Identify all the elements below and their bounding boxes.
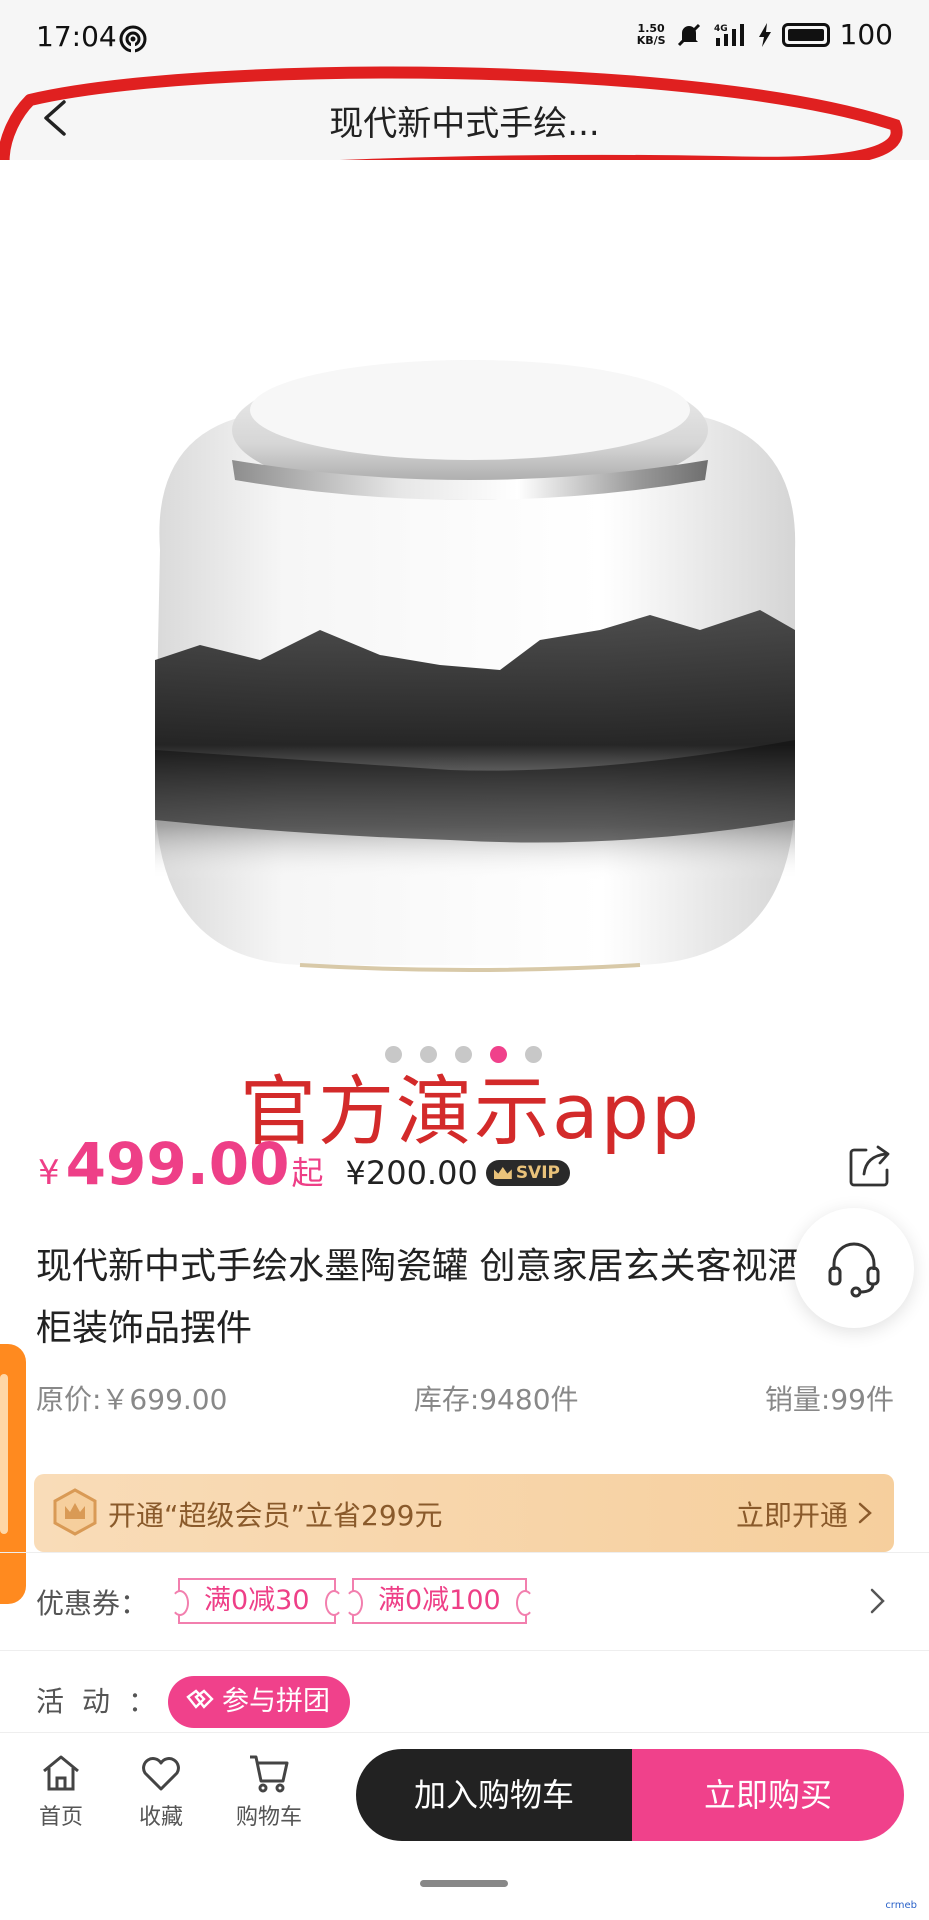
signal-4g-icon: 4G — [714, 23, 744, 46]
mute-icon — [677, 23, 700, 46]
tab-cart-label: 购物车 — [235, 1805, 302, 1830]
battery-level: 100 — [839, 18, 893, 51]
member-promo-text: 开通“超级会员”立省299元 — [108, 1499, 443, 1532]
stock-count: 库存:9480件 — [413, 1383, 579, 1416]
charging-icon — [758, 22, 771, 47]
chevron-right-icon[interactable] — [866, 1586, 888, 1616]
customer-service-button[interactable] — [794, 1208, 914, 1328]
corner-logo: crmeb — [885, 1900, 917, 1911]
coupon-label: 优惠券： — [36, 1587, 149, 1620]
product-image[interactable] — [0, 160, 929, 1100]
status-right: 1.50 KB/S 4G 100 — [637, 18, 893, 51]
product-title: 现代新中式手绘水墨陶瓷罐 创意家居玄关客视酒柜装饰品摆件 — [36, 1246, 804, 1349]
net-speed: 1.50 KB/S — [636, 21, 666, 47]
ceramic-jar-image — [155, 360, 796, 972]
product-info-row: 原价:￥699.00 库存:9480件 销量:99件 — [36, 1378, 894, 1418]
share-icon[interactable] — [846, 1142, 894, 1190]
super-member-banner[interactable]: 开通“超级会员”立省299元 立即开通 — [34, 1474, 894, 1552]
status-time: 17:04 — [36, 20, 117, 53]
tab-cart[interactable]: 购物车 — [224, 1751, 314, 1831]
group-buy-label: 参与拼团 — [222, 1686, 330, 1717]
crown-shield-icon — [53, 1488, 97, 1536]
tab-home-label: 首页 — [38, 1805, 83, 1830]
price-row: ¥ 499.00 起 ¥200.00 SVIP — [38, 1130, 570, 1200]
headset-icon — [828, 1242, 880, 1298]
tab-home[interactable]: 首页 — [16, 1751, 106, 1831]
crown-icon — [493, 1167, 512, 1179]
side-floating-tab[interactable] — [0, 1344, 26, 1604]
original-price: 原价:￥699.00 — [36, 1383, 228, 1416]
product-detail-page: 17:04 1.50 KB/S 4G 100 现代新中式手绘... 官方演示ap… — [0, 0, 929, 1920]
member-open-link[interactable]: 立即开通 — [736, 1494, 848, 1534]
price-value: 499.00 — [65, 1130, 290, 1198]
battery-icon — [781, 22, 830, 47]
status-bar: 17:04 1.50 KB/S 4G 100 — [0, 0, 929, 78]
price-suffix: 起 — [291, 1154, 324, 1192]
home-indicator[interactable] — [420, 1880, 508, 1887]
group-buy-pill[interactable]: 参与拼团 — [168, 1676, 350, 1728]
cart-icon — [250, 1755, 289, 1793]
heart-icon — [142, 1757, 180, 1791]
tab-favorite[interactable]: 收藏 — [116, 1751, 206, 1831]
page-title: 现代新中式手绘... — [329, 104, 600, 144]
add-to-cart-button[interactable]: 加入购物车 — [356, 1749, 632, 1841]
activity-label: 活动： — [36, 1685, 175, 1718]
tab-favorite-label: 收藏 — [138, 1805, 183, 1830]
divider — [0, 1650, 929, 1651]
chevron-right-icon — [858, 1502, 872, 1524]
coupon-item[interactable]: 满0减30 — [171, 1578, 343, 1624]
group-buy-icon — [186, 1689, 214, 1709]
coupon-item[interactable]: 满0减100 — [345, 1578, 534, 1624]
svip-badge: SVIP — [485, 1160, 570, 1186]
hotspot-icon — [119, 25, 147, 53]
divider — [0, 1552, 929, 1553]
bottom-action-bar: 首页 收藏 购物车 加入购物车 立即购买 — [0, 1732, 929, 1852]
nav-bar: 现代新中式手绘... — [0, 78, 929, 160]
svg-text:4G: 4G — [714, 24, 728, 34]
currency-symbol: ¥ — [38, 1153, 60, 1193]
svip-price: ¥200.00 — [345, 1154, 478, 1192]
home-icon — [43, 1755, 79, 1791]
buy-now-button[interactable]: 立即购买 — [632, 1749, 904, 1841]
sales-count: 销量:99件 — [764, 1383, 894, 1416]
